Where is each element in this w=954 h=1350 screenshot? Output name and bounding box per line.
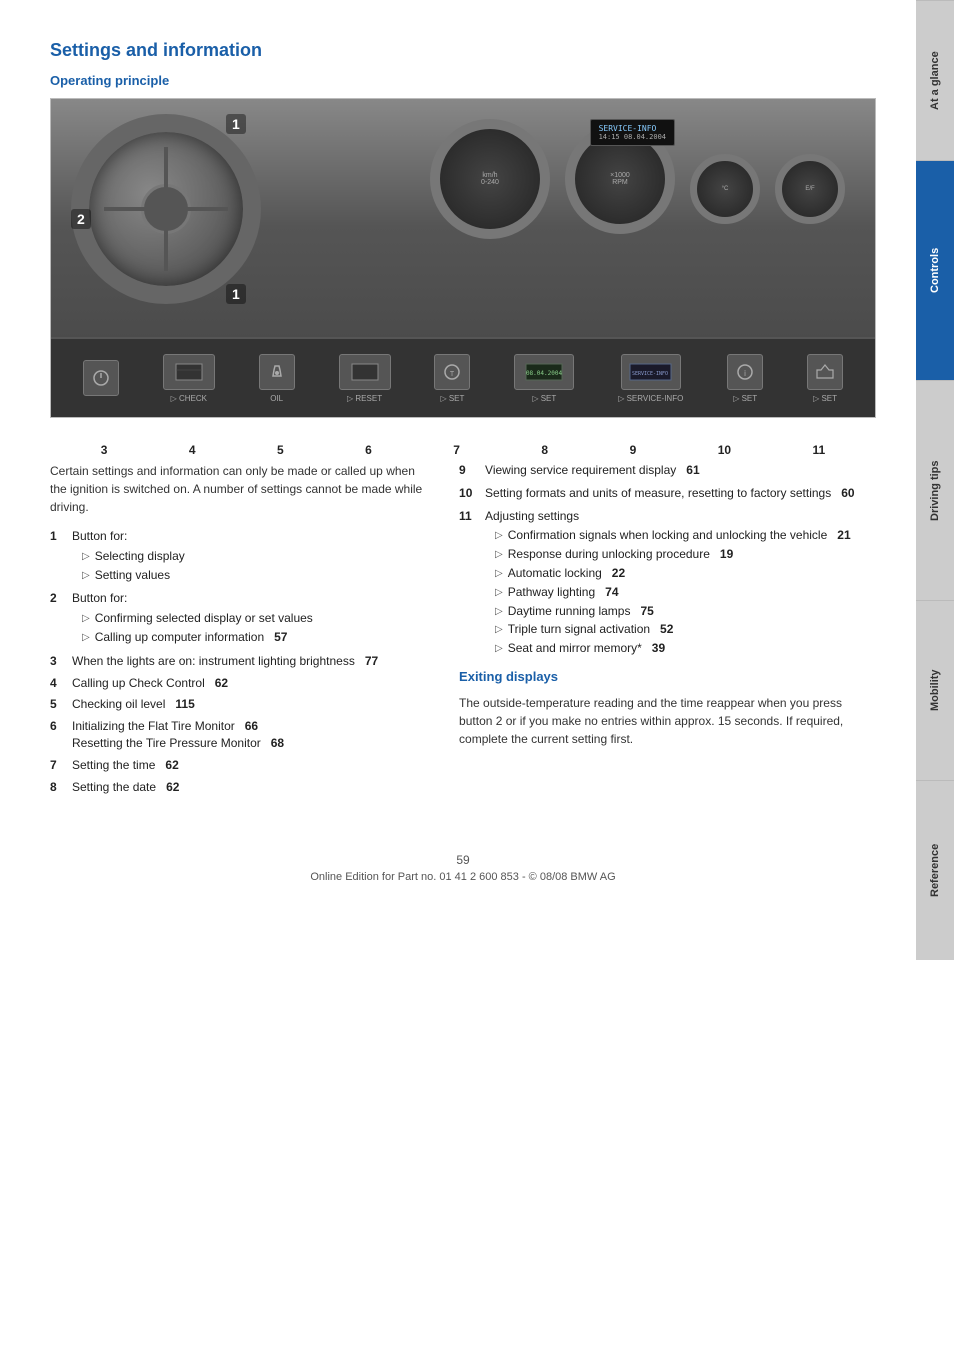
list-item-8: 8 Setting the date 62 <box>50 779 429 796</box>
instrument-7: T ▷ SET <box>434 354 470 403</box>
steering-wheel <box>71 114 261 304</box>
subitem-daytime-running: ▷ Daytime running lamps 75 <box>485 603 851 620</box>
exiting-displays-title: Exiting displays <box>459 669 876 684</box>
img-num-8: 8 <box>541 443 548 457</box>
subitem-confirmation-signals: ▷ Confirmation signals when locking and … <box>485 527 851 544</box>
subitem-response-unlocking: ▷ Response during unlocking procedure 19 <box>485 546 851 563</box>
instrument-3 <box>83 360 119 396</box>
page-number: 59 <box>50 853 876 867</box>
list-item-5: 5 Checking oil level 115 <box>50 696 429 713</box>
svg-text:08.04.2004: 08.04.2004 <box>526 370 563 377</box>
list-item-3: 3 When the lights are on: instrument lig… <box>50 653 429 670</box>
subsection-title: Operating principle <box>50 73 876 88</box>
subitem-setting-values: ▷ Setting values <box>72 567 185 584</box>
list-item-1: 1 Button for: ▷ Selecting display ▷ Sett… <box>50 528 429 585</box>
intro-text: Certain settings and information can onl… <box>50 462 429 516</box>
right-column: 9 Viewing service requirement display 61… <box>459 462 876 803</box>
page-title: Settings and information <box>50 40 876 61</box>
list-item-4: 4 Calling up Check Control 62 <box>50 675 429 692</box>
right-list: 9 Viewing service requirement display 61… <box>459 462 876 659</box>
instrument-8: 08.04.2004 ▷ SET <box>514 354 574 403</box>
list-item-6: 6 Initializing the Flat Tire Monitor 66 … <box>50 718 429 752</box>
img-num-11: 11 <box>813 443 826 457</box>
tab-driving-tips[interactable]: Driving tips <box>916 380 954 600</box>
left-list: 1 Button for: ▷ Selecting display ▷ Sett… <box>50 528 429 795</box>
instrument-9: SERVICE-INFO ▷ SERVICE-INFO <box>618 354 683 403</box>
img-num-3: 3 <box>101 443 108 457</box>
img-num-4: 4 <box>189 443 196 457</box>
img-num-7: 7 <box>453 443 460 457</box>
svg-text:T: T <box>450 371 455 378</box>
img-num-5: 5 <box>277 443 284 457</box>
tab-reference[interactable]: Reference <box>916 780 954 960</box>
list-item-7: 7 Setting the time 62 <box>50 757 429 774</box>
subitem-seat-mirror: ▷ Seat and mirror memory* 39 <box>485 640 851 657</box>
side-tabs: At a glance Controls Driving tips Mobili… <box>916 0 954 1350</box>
exiting-displays-text: The outside-temperature reading and the … <box>459 694 876 748</box>
subitem-triple-turn: ▷ Triple turn signal activation 52 <box>485 621 851 638</box>
callout-1-top: 1 <box>226 114 246 134</box>
instrument-10: i ▷ SET <box>727 354 763 403</box>
right-list-item-10: 10 Setting formats and units of measure,… <box>459 485 876 502</box>
footer-text: Online Edition for Part no. 01 41 2 600 … <box>50 871 876 883</box>
svg-text:SERVICE-INFO: SERVICE-INFO <box>632 371 668 377</box>
tab-mobility[interactable]: Mobility <box>916 600 954 780</box>
callout-2: 2 <box>71 209 91 229</box>
instrument-4: ▷ CHECK <box>163 354 215 403</box>
dashboard-image: 1 2 1 km/h0-240 ×1000RPM °C <box>50 98 876 418</box>
tab-controls[interactable]: Controls <box>916 160 954 380</box>
left-column: Certain settings and information can onl… <box>50 462 429 803</box>
main-content: Settings and information Operating princ… <box>0 0 916 923</box>
subitem-automatic-locking: ▷ Automatic locking 22 <box>485 565 851 582</box>
img-num-6: 6 <box>365 443 372 457</box>
right-list-item-9: 9 Viewing service requirement display 61 <box>459 462 876 479</box>
list-item-2: 2 Button for: ▷ Confirming selected disp… <box>50 590 429 647</box>
two-col-section: Certain settings and information can onl… <box>50 462 876 803</box>
instrument-row: ▷ CHECK OIL ▷ RESET <box>51 337 875 417</box>
callout-1-bottom: 1 <box>226 284 246 304</box>
svg-text:i: i <box>744 369 746 378</box>
instrument-6: ▷ RESET <box>339 354 391 403</box>
img-num-10: 10 <box>718 443 731 457</box>
img-num-9: 9 <box>630 443 637 457</box>
exiting-displays-section: Exiting displays The outside-temperature… <box>459 669 876 748</box>
instrument-11: ▷ SET <box>807 354 843 403</box>
number-strip: 3 4 5 6 7 8 9 10 11 <box>50 438 876 462</box>
footer: 59 Online Edition for Part no. 01 41 2 6… <box>50 843 876 883</box>
tab-at-glance[interactable]: At a glance <box>916 0 954 160</box>
subitem-confirming: ▷ Confirming selected display or set val… <box>72 610 313 627</box>
subitem-selecting-display: ▷ Selecting display <box>72 548 185 565</box>
subitem-calling-computer: ▷ Calling up computer information 57 <box>72 629 313 646</box>
info-display: SERVICE-INFO 14:15 08.04.2004 <box>590 119 675 146</box>
instrument-5: OIL <box>259 354 295 403</box>
right-list-item-11: 11 Adjusting settings ▷ Confirmation sig… <box>459 508 876 659</box>
subitem-pathway-lighting: ▷ Pathway lighting 74 <box>485 584 851 601</box>
